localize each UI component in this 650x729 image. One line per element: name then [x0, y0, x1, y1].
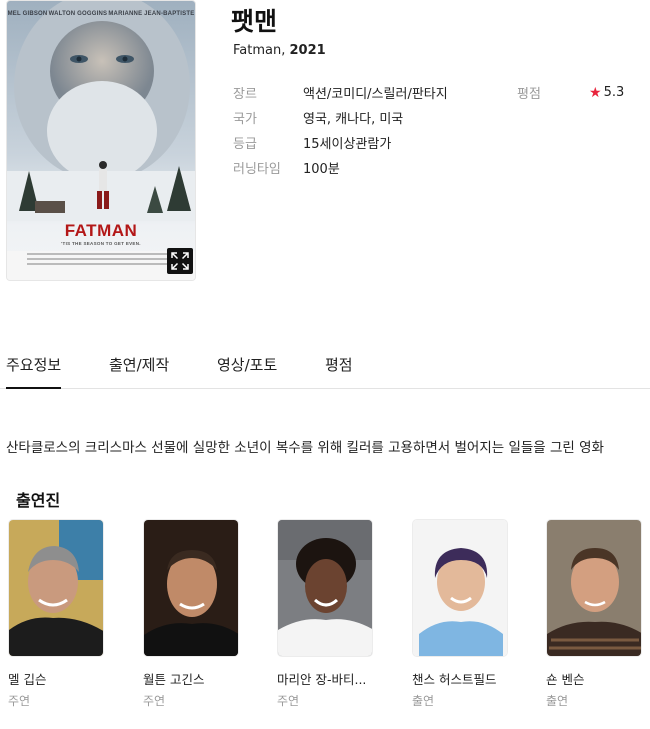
- poster-cast-line: MEL GIBSON WALTON GOGGINS MARIANNE JEAN-…: [7, 11, 195, 17]
- poster-cast-name: MEL GIBSON: [7, 11, 48, 17]
- cast-name: 챈스 허스트필드: [412, 672, 497, 687]
- info-key: 국가: [233, 112, 257, 127]
- info-value: 영국, 캐나다, 미국: [303, 112, 404, 127]
- tab-video-photo[interactable]: 영상/포토: [217, 354, 277, 389]
- cast-section-title: 출연진: [16, 491, 61, 510]
- cast-photo: [277, 519, 373, 657]
- cast-name: 숀 벤슨: [546, 672, 585, 687]
- synopsis: 산타클로스의 크리스마스 선물에 실망한 소년이 복수를 위해 킬러를 고용하면…: [6, 440, 604, 456]
- poster-tagline: 'TIS THE SEASON TO GET EVEN.: [61, 241, 141, 246]
- info-row-genre: 장르 액션/코미디/스릴러/판타지: [233, 80, 448, 105]
- info-key: 등급: [233, 137, 257, 152]
- tab-reviews[interactable]: 평점: [325, 354, 353, 389]
- cast-member-card[interactable]: 챈스 허스트필드 출연: [412, 519, 508, 709]
- rating-label: 평점: [517, 87, 541, 102]
- cast-role: 출연: [412, 694, 435, 708]
- cast-role: 출연: [546, 694, 569, 708]
- cast-name: 멜 깁슨: [8, 672, 47, 687]
- info-value: 15세이상관람가: [303, 137, 392, 152]
- expand-poster-button[interactable]: [167, 248, 193, 274]
- info-key: 러닝타임: [233, 162, 281, 177]
- cast-photo: [546, 519, 642, 657]
- info-row-rating-grade: 등급 15세이상관람가: [233, 130, 448, 155]
- release-year: 2021: [289, 43, 326, 58]
- cast-role: 주연: [143, 694, 166, 708]
- poster-title: FATMAN: [64, 221, 138, 240]
- cast-member-card[interactable]: 월튼 고긴스 주연: [143, 519, 239, 709]
- detail-tabs: 주요정보 출연/제작 영상/포토 평점: [0, 342, 650, 389]
- cast-role: 주연: [8, 694, 31, 708]
- cast-photo: [412, 519, 508, 657]
- info-row-runtime: 러닝타임 100분: [233, 155, 448, 180]
- original-title: Fatman: [233, 43, 282, 58]
- poster-cast-name: MARIANNE JEAN-BAPTISTE: [108, 11, 195, 17]
- movie-title: 팻맨: [231, 7, 278, 36]
- info-row-country: 국가 영국, 캐나다, 미국: [233, 105, 448, 130]
- cast-name: 월튼 고긴스: [143, 672, 205, 687]
- cast-photo: [8, 519, 104, 657]
- info-value: 액션/코미디/스릴러/판타지: [303, 87, 448, 102]
- star-icon: ★: [589, 84, 602, 101]
- expand-icon: [171, 252, 189, 270]
- movie-subtitle: Fatman, 2021: [233, 43, 326, 58]
- poster-cast-name: WALTON GOGGINS: [48, 11, 108, 17]
- info-value: 100분: [303, 162, 340, 177]
- cast-member-card[interactable]: 숀 벤슨 출연: [546, 519, 642, 709]
- cast-name: 마리안 장-바티...: [277, 672, 367, 687]
- rating-value: 5.3: [603, 85, 625, 100]
- info-key: 장르: [233, 87, 257, 102]
- cast-member-card[interactable]: 멜 깁슨 주연: [8, 519, 104, 709]
- cast-photo: [143, 519, 239, 657]
- rating-score: ★ 5.3: [589, 80, 624, 105]
- cast-role: 주연: [277, 694, 300, 708]
- movie-info-table: 장르 액션/코미디/스릴러/판타지 국가 영국, 캐나다, 미국 등급 15세이…: [233, 80, 448, 180]
- tab-main-info[interactable]: 주요정보: [6, 354, 62, 389]
- tab-cast-crew[interactable]: 출연/제작: [109, 354, 169, 389]
- movie-poster[interactable]: MEL GIBSON WALTON GOGGINS MARIANNE JEAN-…: [6, 0, 196, 281]
- cast-member-card[interactable]: 마리안 장-바티... 주연: [277, 519, 373, 709]
